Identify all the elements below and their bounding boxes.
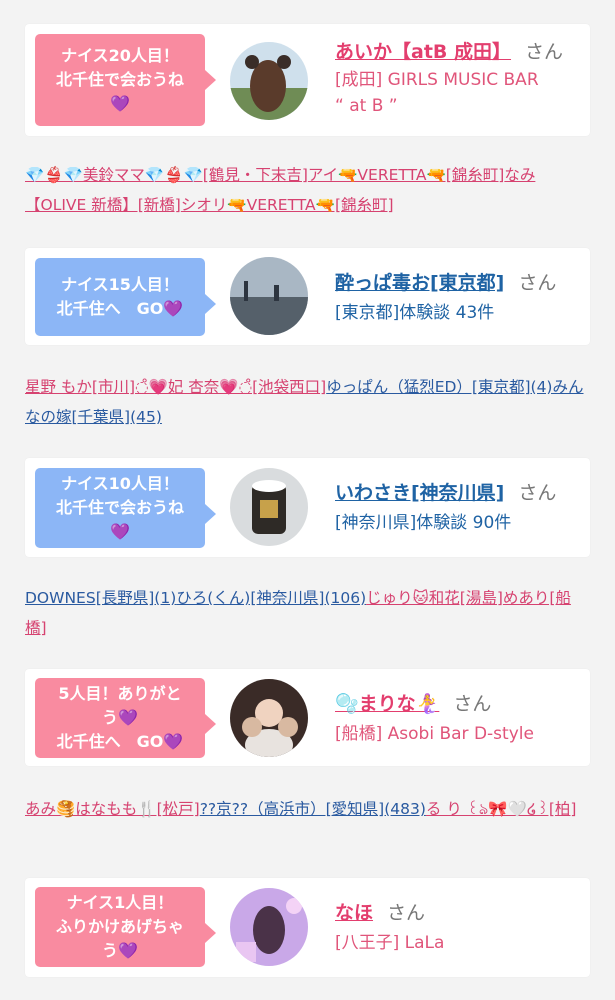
profile-link[interactable]: DOWNES[長野県](1): [25, 589, 176, 607]
thanks-bubble: ナイス1人目！ ふりかけあげちゃ う💜: [35, 887, 216, 967]
review-count[interactable]: [神奈川県]体験談 90件: [335, 510, 511, 536]
profile-link[interactable]: ゆっぱん（猛烈ED）[東京都](4): [326, 378, 552, 396]
bubble-line: ナイス10人目！: [61, 474, 179, 493]
shop-info[interactable]: [船橋] Asobi Bar D-style: [335, 721, 534, 747]
avatar[interactable]: [230, 468, 308, 546]
shop-line: [八王子] LaLa: [335, 933, 445, 953]
bubble-line: う💜: [102, 708, 138, 727]
user-name-link[interactable]: いわさき[神奈川県]: [335, 482, 504, 504]
related-links-1: 💎👙💎美鈴ママ💎👙💎[鶴見・下末吉]アイ🔫VERETTA🔫[錦糸町]なみ【OLI…: [25, 160, 590, 220]
shop-line: [成田] GIRLS MUSIC BAR: [335, 70, 539, 90]
thanks-bubble: ナイス15人目！ 北千住へ GO💜: [35, 258, 216, 336]
related-links-3: DOWNES[長野県](1)ひろ(くん)[神奈川県](106)じゅり🐱和花[湯島…: [25, 583, 590, 643]
shop-info[interactable]: [八王子] LaLa: [335, 930, 444, 956]
user-name-link[interactable]: 🫧まりな🧜‍♀️: [335, 693, 439, 715]
user-name-link[interactable]: 酔っぱ毒お[東京都]: [335, 272, 504, 294]
shop-line: “ at B ”: [335, 96, 398, 116]
related-links-4: あみ🥞はなもも🍴[松戸]??京??（高浜市）[愛知県](483)る り ꒰ঌ🎀🤍…: [25, 794, 590, 824]
bubble-line: 💜: [110, 522, 130, 541]
review-line: [神奈川県]体験談 90件: [335, 513, 512, 533]
avatar[interactable]: [230, 888, 308, 966]
honorific: さん: [387, 902, 426, 924]
user-name-link[interactable]: なほ: [335, 902, 373, 924]
honorific: さん: [518, 272, 557, 294]
bubble-line: ナイス20人目！: [61, 46, 179, 65]
bubble-line: ふりかけあげちゃ: [55, 917, 184, 936]
related-links-2: 星野 もか[市川]◌̊💗妃 杏奈💗◌̊[池袋西口]ゆっぱん（猛烈ED）[東京都]…: [25, 372, 590, 432]
bubble-line: 北千住へ GO💜: [56, 732, 184, 751]
profile-link[interactable]: ◌̊💗妃 杏奈💗◌̊[池袋西口]: [135, 378, 326, 396]
bubble-line: う💜: [102, 941, 138, 960]
avatar[interactable]: [230, 42, 308, 120]
profile-link[interactable]: ??京??（高浜市）[愛知県](483): [200, 800, 426, 818]
bubble-line: 北千住で会おうね: [55, 498, 184, 517]
bubble-line: 北千住で会おうね: [55, 70, 184, 89]
review-line: [東京都]体験談 43件: [335, 303, 495, 323]
honorific: さん: [518, 482, 557, 504]
avatar[interactable]: [230, 257, 308, 335]
bubble-line: 北千住へ GO💜: [56, 299, 184, 318]
shop-line: [船橋] Asobi Bar D-style: [335, 724, 534, 744]
bubble-line: 💜: [110, 94, 130, 113]
avatar-photo-icon: [230, 679, 308, 757]
profile-link[interactable]: ひろ(くん)[神奈川県](106): [176, 589, 366, 607]
profile-link[interactable]: あみ🥞はなもも🍴[松戸]: [25, 800, 200, 818]
profile-link[interactable]: アイ🔫VERETTA🔫[錦糸町]: [308, 166, 504, 184]
bubble-line: 5人目！ありがと: [58, 684, 182, 703]
bubble-line: ナイス1人目！: [66, 893, 174, 912]
profile-link[interactable]: じゅり🐱和花[湯島]: [366, 589, 503, 607]
review-count[interactable]: [東京都]体験談 43件: [335, 300, 494, 326]
avatar-photo-icon: [230, 42, 308, 120]
avatar[interactable]: [230, 679, 308, 757]
thanks-card-2: ナイス15人目！ 北千住へ GO💜 酔っぱ毒お[東京都] さん [東京都]体験談 …: [25, 248, 590, 345]
honorific: さん: [453, 693, 492, 715]
thanks-bubble: ナイス10人目！ 北千住で会おうね 💜: [35, 468, 216, 548]
thanks-bubble: ナイス20人目！ 北千住で会おうね 💜: [35, 34, 216, 126]
thanks-bubble: 5人目！ありがと う💜 北千住へ GO💜: [35, 678, 216, 758]
shop-info[interactable]: [成田] GIRLS MUSIC BAR “ at B ”: [335, 67, 539, 119]
thanks-card-5: ナイス1人目！ ふりかけあげちゃ う💜 なほ さん [八王子] LaLa: [25, 878, 590, 977]
avatar-photo-icon: [230, 468, 308, 546]
profile-link[interactable]: 星野 もか[市川]: [25, 378, 135, 396]
avatar-photo-icon: [230, 257, 308, 335]
thanks-card-4: 5人目！ありがと う💜 北千住へ GO💜 🫧まりな🧜‍♀️ さん [船橋] Aso…: [25, 669, 590, 766]
thanks-card-3: ナイス10人目！ 北千住で会おうね 💜 いわさき[神奈川県] さん [神奈川県]体…: [25, 458, 590, 557]
bubble-line: ナイス15人目！: [61, 275, 179, 294]
thanks-card-1: ナイス20人目！ 北千住で会おうね 💜 あいか【atB 成田】 さん [成田] G…: [25, 24, 590, 136]
profile-link[interactable]: シオリ🔫VERETTA🔫[錦糸町]: [181, 196, 394, 214]
user-name-link[interactable]: あいか【atB 成田】: [335, 41, 511, 63]
profile-link[interactable]: 💎👙💎美鈴ママ💎👙💎[鶴見・下末吉]: [25, 166, 308, 184]
honorific: さん: [525, 41, 564, 63]
profile-link[interactable]: る り ꒰ঌ🎀🤍໒꒱[柏]: [426, 800, 577, 818]
avatar-photo-icon: [230, 888, 308, 966]
